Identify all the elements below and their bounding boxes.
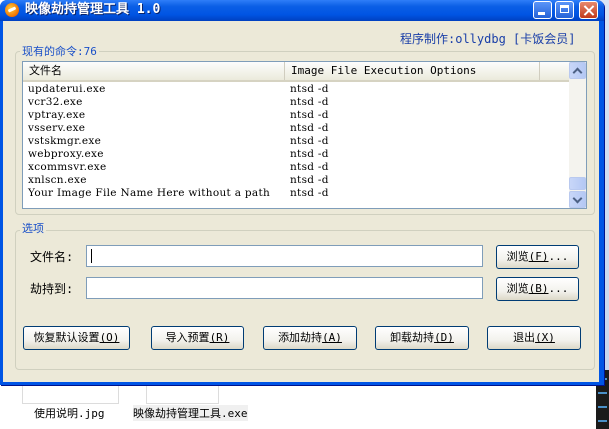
title-bar[interactable]: 映像劫持管理工具 1.0: [0, 0, 604, 21]
file-name-jpg[interactable]: 使用说明.jpg: [34, 405, 105, 421]
commands-group-label: 现有的命令:76: [20, 45, 99, 58]
author-label: 程序制作:ollydbg [卡饭会员]: [400, 32, 576, 46]
remove-hijack-label: 卸载劫持: [390, 331, 435, 344]
file-thumbnail-exe[interactable]: [146, 384, 219, 404]
row-debugger: ntsd -d: [290, 174, 329, 186]
list-rows: updaterui.exe ntsd -d vcr32.exe ntsd -d vptr…: [23, 83, 569, 200]
row-debugger: ntsd -d: [290, 148, 329, 160]
restore-defaults-shortcut: (O): [99, 331, 120, 344]
row-filename: updaterui.exe: [28, 83, 106, 95]
column-header-filename[interactable]: 文件名: [23, 62, 285, 80]
row-debugger: ntsd -d: [290, 135, 329, 147]
add-hijack-label: 添加劫持: [278, 331, 323, 344]
row-filename: Your Image File Name Here without a path: [28, 187, 271, 199]
file-name-exe[interactable]: 映像劫持管理工具.exe: [133, 405, 248, 421]
row-debugger: ntsd -d: [290, 109, 329, 121]
minimize-button[interactable]: [533, 1, 552, 19]
table-row[interactable]: vcr32.exe ntsd -d: [23, 96, 569, 109]
import-presets-button[interactable]: 导入预置(R): [151, 326, 244, 350]
filename-input[interactable]: [86, 245, 483, 267]
browse-file-button[interactable]: 浏览(F)...: [496, 245, 579, 269]
browse-file-dots: ...: [548, 250, 569, 263]
browse-target-shortcut: (B): [528, 282, 549, 295]
browse-target-dots: ...: [548, 282, 569, 295]
row-filename: vsserv.exe: [28, 122, 86, 134]
row-debugger: ntsd -d: [290, 187, 329, 199]
table-row[interactable]: updaterui.exe ntsd -d: [23, 83, 569, 96]
hijack-label: 劫持到:: [30, 282, 74, 296]
column-header-ifeo[interactable]: Image File Execution Options: [285, 62, 540, 80]
list-header: 文件名 Image File Execution Options: [23, 62, 569, 82]
import-presets-shortcut: (R): [209, 331, 230, 344]
row-filename: xnlscn.exe: [28, 174, 87, 186]
browse-file-label: 浏览: [506, 250, 529, 263]
table-row[interactable]: Your Image File Name Here without a path…: [23, 187, 569, 200]
row-debugger: ntsd -d: [290, 83, 329, 95]
add-hijack-button[interactable]: 添加劫持(A): [263, 326, 357, 350]
restore-defaults-label: 恢复默认设置: [33, 331, 100, 344]
table-row[interactable]: webproxy.exe ntsd -d: [23, 148, 569, 161]
main-window: 映像劫持管理工具 1.0 程序制作:ollydbg [卡饭会员] 现有的命令:7…: [0, 0, 604, 385]
exit-label: 退出: [513, 331, 536, 344]
row-filename: xcommsvr.exe: [28, 161, 107, 173]
window-title: 映像劫持管理工具 1.0: [25, 2, 161, 17]
chevron-down-icon: [572, 193, 583, 204]
table-row[interactable]: xnlscn.exe ntsd -d: [23, 174, 569, 187]
row-filename: vptray.exe: [28, 109, 86, 121]
close-button[interactable]: [579, 1, 598, 19]
row-filename: vstskmgr.exe: [28, 135, 102, 147]
row-filename: vcr32.exe: [28, 96, 83, 108]
table-row[interactable]: vptray.exe ntsd -d: [23, 109, 569, 122]
exit-button[interactable]: 退出(X): [487, 326, 581, 350]
browse-target-button[interactable]: 浏览(B)...: [496, 277, 579, 301]
restore-defaults-button[interactable]: 恢复默认设置(O): [23, 326, 130, 350]
app-icon[interactable]: [5, 3, 19, 17]
row-debugger: ntsd -d: [290, 122, 329, 134]
scroll-down-button[interactable]: [569, 191, 586, 208]
browse-target-label: 浏览: [506, 282, 529, 295]
commands-list[interactable]: 文件名 Image File Execution Options updater…: [22, 61, 587, 209]
table-row[interactable]: xcommsvr.exe ntsd -d: [23, 161, 569, 174]
vertical-scrollbar[interactable]: [569, 62, 586, 208]
hijack-target-input[interactable]: [86, 277, 483, 299]
row-debugger: ntsd -d: [290, 161, 329, 173]
file-thumbnail-jpg[interactable]: [22, 384, 119, 404]
window-client-area: 程序制作:ollydbg [卡饭会员] 现有的命令:76 文件名 Image F…: [3, 21, 599, 382]
table-row[interactable]: vstskmgr.exe ntsd -d: [23, 135, 569, 148]
text-caret: [91, 249, 92, 263]
row-debugger: ntsd -d: [290, 96, 329, 108]
options-group-label: 选项: [20, 222, 46, 235]
exit-shortcut: (X): [535, 331, 555, 344]
scroll-thumb[interactable]: [569, 177, 586, 190]
chevron-up-icon: [572, 67, 583, 78]
remove-hijack-button[interactable]: 卸载劫持(D): [375, 326, 469, 350]
filename-label: 文件名:: [30, 250, 74, 264]
row-filename: webproxy.exe: [28, 148, 104, 160]
scroll-up-button[interactable]: [569, 62, 586, 79]
import-presets-label: 导入预置: [165, 331, 210, 344]
table-row[interactable]: vsserv.exe ntsd -d: [23, 122, 569, 135]
remove-hijack-shortcut: (D): [434, 331, 454, 344]
maximize-button[interactable]: [555, 1, 574, 19]
browse-file-shortcut: (F): [528, 250, 549, 263]
add-hijack-shortcut: (A): [322, 331, 342, 344]
